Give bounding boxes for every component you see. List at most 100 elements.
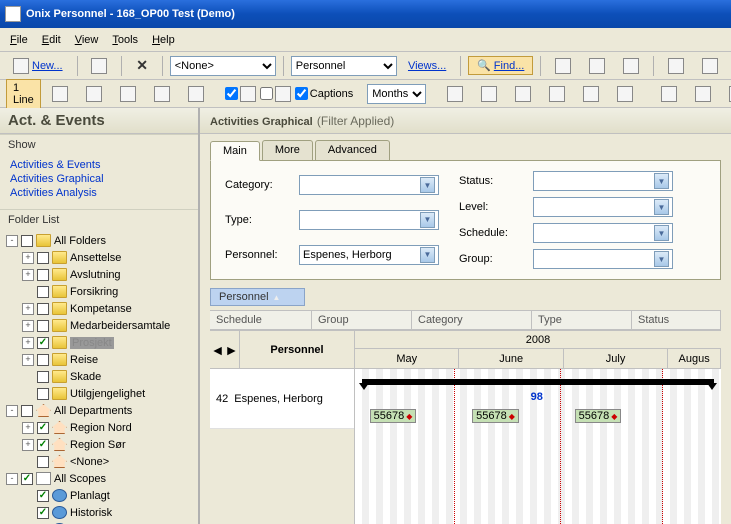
gantt-view-button[interactable] [45, 83, 75, 105]
act3-button[interactable] [508, 83, 538, 105]
personnel-select[interactable]: Espenes, Herborg▼ [299, 245, 439, 265]
link-activities-events[interactable]: Activities & Events [10, 159, 188, 171]
delete-button[interactable]: ✕ [129, 54, 155, 77]
tree-item[interactable]: +Kompetanse [22, 300, 192, 317]
act9-button[interactable] [722, 83, 731, 105]
tree-checkbox[interactable] [37, 252, 49, 264]
menu-help[interactable]: Help [152, 34, 175, 46]
tree-checkbox[interactable] [37, 320, 49, 332]
col-type[interactable]: Type [532, 311, 632, 329]
print-button[interactable] [84, 55, 114, 77]
find-button[interactable]: 🔍Find... [468, 56, 533, 75]
tab-main[interactable]: Main [210, 141, 260, 161]
tree-item[interactable]: -All Folders [6, 232, 192, 249]
type-select[interactable]: ▼ [299, 210, 439, 230]
tree-expand-icon[interactable]: + [22, 422, 34, 434]
tree-checkbox[interactable] [37, 507, 49, 519]
act8-button[interactable] [688, 83, 718, 105]
tree-expand-icon[interactable]: + [22, 354, 34, 366]
tree-item[interactable]: +Region Nord [22, 419, 192, 436]
menu-file[interactable]: File [10, 34, 28, 46]
col-category[interactable]: Category [412, 311, 532, 329]
captions-toggle[interactable]: Captions [295, 87, 353, 100]
entity-select[interactable]: Personnel [291, 56, 397, 76]
one-line-button[interactable]: 1 Line [6, 79, 41, 109]
tree-expand-icon[interactable]: + [22, 337, 34, 349]
tree-checkbox[interactable] [21, 405, 33, 417]
tree-expand-icon[interactable]: - [6, 473, 18, 485]
gantt-tag[interactable]: 55678◆ [575, 409, 622, 423]
gantt-tag[interactable]: 55678◆ [370, 409, 417, 423]
tree-item[interactable]: +Medarbeidersamtale [22, 317, 192, 334]
tree-item[interactable]: +Avslutning [22, 266, 192, 283]
col-group[interactable]: Group [312, 311, 412, 329]
gantt-bar[interactable] [362, 379, 713, 385]
tree-checkbox[interactable] [37, 456, 49, 468]
menu-tools[interactable]: Tools [112, 34, 138, 46]
act5-button[interactable] [576, 83, 606, 105]
chart4-button[interactable] [181, 83, 211, 105]
tab-advanced[interactable]: Advanced [315, 140, 390, 160]
misc1-button[interactable] [661, 55, 691, 77]
col-status[interactable]: Status [632, 311, 721, 329]
link-activities-graphical[interactable]: Activities Graphical [10, 173, 188, 185]
col-schedule[interactable]: Schedule [210, 311, 312, 329]
category-select[interactable]: ▼ [299, 175, 439, 195]
toggle1[interactable] [225, 86, 256, 102]
act6-button[interactable] [610, 83, 640, 105]
tree-item[interactable]: Planlagt [22, 487, 192, 504]
tree-item[interactable]: Skade [22, 368, 192, 385]
act4-button[interactable] [542, 83, 572, 105]
menu-view[interactable]: View [75, 34, 99, 46]
tree-checkbox[interactable] [37, 371, 49, 383]
act2-button[interactable] [474, 83, 504, 105]
gantt-nav-buttons[interactable]: ◄► [210, 331, 240, 368]
layout3-button[interactable] [616, 55, 646, 77]
tree-item[interactable]: Utilgjengelighet [22, 385, 192, 402]
period-select[interactable]: Months [367, 84, 426, 104]
tree-item[interactable]: +Ansettelse [22, 249, 192, 266]
chart2-button[interactable] [113, 83, 143, 105]
tree-item[interactable]: +Reise [22, 351, 192, 368]
level-select[interactable]: ▼ [533, 197, 673, 217]
tree-checkbox[interactable] [37, 303, 49, 315]
tree-checkbox[interactable] [37, 422, 49, 434]
tree-expand-icon[interactable]: + [22, 303, 34, 315]
tree-checkbox[interactable] [37, 286, 49, 298]
tree-expand-icon[interactable]: + [22, 252, 34, 264]
views-button[interactable]: Views... [401, 57, 453, 75]
act7-button[interactable] [654, 83, 684, 105]
new-button[interactable]: New... [6, 55, 70, 77]
gantt-tag[interactable]: 55678◆ [472, 409, 519, 423]
tree-item[interactable]: +Prosjekt [22, 334, 192, 351]
gantt-body[interactable]: 98 55678◆ 55678◆ 55678◆ [355, 369, 721, 524]
gantt-row[interactable]: 42 Espenes, Herborg [210, 369, 354, 429]
group-select[interactable]: ▼ [533, 249, 673, 269]
tree-checkbox[interactable] [37, 354, 49, 366]
tab-more[interactable]: More [262, 140, 313, 160]
act1-button[interactable] [440, 83, 470, 105]
status-select[interactable]: ▼ [533, 171, 673, 191]
tree-checkbox[interactable] [37, 490, 49, 502]
tree-item[interactable]: Historisk [22, 504, 192, 521]
group-by-header[interactable]: Personnel▲ [210, 288, 305, 306]
tree-item[interactable]: -All Scopes [6, 470, 192, 487]
tree-checkbox[interactable] [37, 337, 49, 349]
tree-checkbox[interactable] [37, 269, 49, 281]
schedule-select[interactable]: ▼ [533, 223, 673, 243]
menu-edit[interactable]: Edit [42, 34, 61, 46]
tree-item[interactable]: +Region Sør [22, 436, 192, 453]
tree-checkbox[interactable] [37, 388, 49, 400]
tree-item[interactable]: -All Departments [6, 402, 192, 419]
misc2-button[interactable] [695, 55, 725, 77]
tree-expand-icon[interactable]: + [22, 320, 34, 332]
chart3-button[interactable] [147, 83, 177, 105]
link-activities-analysis[interactable]: Activities Analysis [10, 187, 188, 199]
tree-expand-icon[interactable]: - [6, 405, 18, 417]
tree-expand-icon[interactable]: - [6, 235, 18, 247]
scope-select[interactable]: <None> [170, 56, 276, 76]
tree-checkbox[interactable] [37, 439, 49, 451]
tree-expand-icon[interactable]: + [22, 439, 34, 451]
tree-item[interactable]: Forsikring [22, 283, 192, 300]
tree-expand-icon[interactable]: + [22, 269, 34, 281]
